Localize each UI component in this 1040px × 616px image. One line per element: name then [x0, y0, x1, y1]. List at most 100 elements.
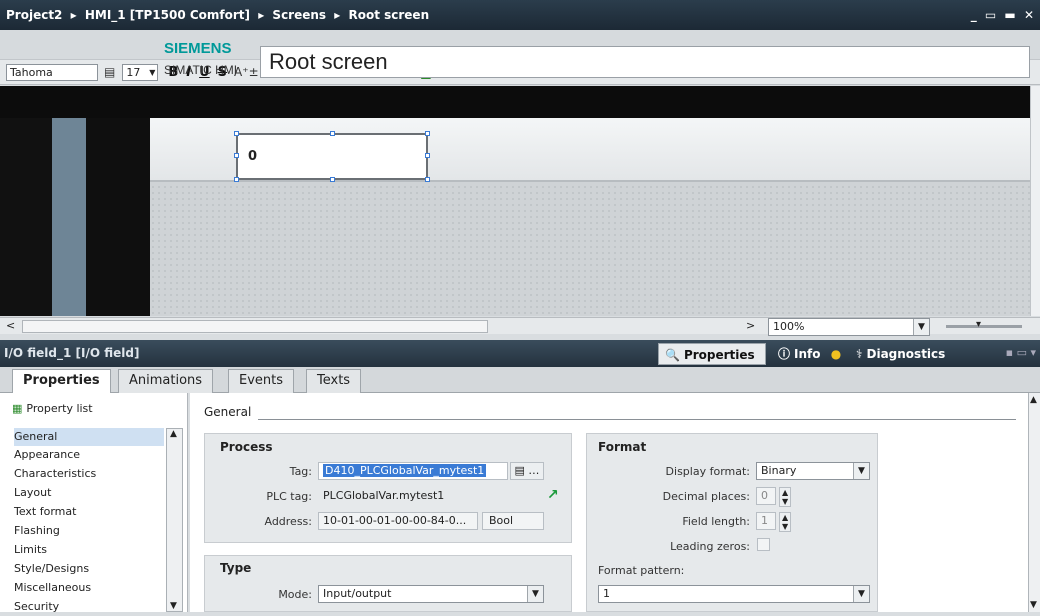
tab-info[interactable]: ⓘ Info ● [772, 343, 847, 365]
zoom-slider-thumb[interactable]: ▾ [976, 319, 981, 330]
stepper-arrows-icon[interactable]: ▲ ▼ [779, 512, 792, 532]
property-list-icon: ▦ [12, 402, 23, 415]
leading-zeros-checkbox[interactable] [757, 538, 770, 551]
io-field-value: 0 [248, 149, 258, 164]
resize-handle[interactable] [330, 177, 335, 182]
canvas-vertical-scrollbar[interactable] [1030, 86, 1040, 316]
nav-item-general[interactable]: General [14, 428, 164, 446]
breadcrumb-device[interactable]: HMI_1 [TP1500 Comfort] [85, 8, 250, 22]
scroll-down-icon[interactable]: ▼ [1030, 600, 1037, 610]
leading-zeros-label: Leading zeros: [670, 540, 750, 553]
scroll-left-icon[interactable]: < [6, 319, 15, 332]
zoom-slider[interactable] [946, 325, 1022, 328]
tag-label: Tag: [289, 465, 312, 478]
device-frame-left [0, 86, 52, 316]
resize-handle[interactable] [234, 131, 239, 136]
zoom-select[interactable]: 100% ▼ [768, 318, 930, 336]
subtab-events[interactable]: Events [228, 369, 295, 393]
property-panel-scrollbar[interactable]: ▲ ▼ [1028, 393, 1040, 612]
breadcrumb-project[interactable]: Project2 [6, 8, 62, 22]
inspector-header: I/O field_1 [I/O field] 🔍 Properties ⓘ Inf… [0, 340, 1040, 367]
stepper-arrows-icon[interactable]: ▲ ▼ [779, 487, 792, 507]
text-size-icon[interactable]: A⁺± [234, 65, 259, 79]
field-length-label: Field length: [682, 515, 750, 528]
title-bar: Project2 ▸ HMI_1 [TP1500 Comfort] ▸ Scre… [0, 0, 1040, 30]
property-list-header[interactable]: ▦ Property list [12, 402, 93, 415]
decimal-places-stepper[interactable]: 0 [756, 487, 776, 505]
nav-item-flashing[interactable]: Flashing [14, 522, 164, 540]
warning-icon: ● [830, 347, 842, 361]
scroll-thumb[interactable] [22, 320, 488, 333]
panel-controls[interactable]: ▪ ▭ ▾ [1006, 346, 1036, 359]
simatic-hmi-label: SIMATIC HMI [164, 63, 238, 77]
goto-arrow-icon[interactable]: ↗ [547, 487, 559, 503]
section-title: General [204, 405, 252, 419]
screen-title-field[interactable]: Root screen [260, 46, 1030, 78]
resize-handle[interactable] [425, 153, 430, 158]
resize-handle[interactable] [425, 177, 430, 182]
nav-item-miscellaneous[interactable]: Miscellaneous [14, 579, 164, 597]
screen-canvas[interactable] [0, 86, 1030, 316]
subtab-animations[interactable]: Animations [118, 369, 214, 393]
scroll-up-icon[interactable]: ▲ [1030, 395, 1037, 405]
format-title: Format [598, 440, 647, 454]
resize-handle[interactable] [425, 131, 430, 136]
plc-tag-label: PLC tag: [266, 490, 312, 503]
field-length-stepper[interactable]: 1 [756, 512, 776, 530]
decimal-places-label: Decimal places: [662, 490, 750, 503]
nav-item-style-designs[interactable]: Style/Designs [14, 560, 164, 578]
nav-item-limits[interactable]: Limits [14, 541, 164, 559]
siemens-logo: SIEMENS [164, 40, 232, 57]
format-pattern-select[interactable]: 1 ▼ [598, 585, 870, 603]
window-controls[interactable]: _ ▭ ▬ ✕ [971, 0, 1036, 30]
resize-handle[interactable] [330, 131, 335, 136]
nav-scrollbar[interactable]: ▲ ▼ [166, 428, 183, 612]
diagnostics-icon: ⚕ [856, 347, 863, 361]
display-format-select[interactable]: Binary ▼ [756, 462, 870, 480]
resize-handle[interactable] [234, 177, 239, 182]
nav-item-security[interactable]: Security [14, 598, 164, 616]
canvas-horizontal-scrollbar[interactable]: < > 100% ▼ ▾ [0, 317, 1040, 336]
address-type-field: Bool [482, 512, 544, 530]
plc-tag-field: PLCGlobalVar.mytest1 [323, 489, 445, 502]
process-title: Process [220, 440, 273, 454]
inspector-subtabs: Properties Animations Events Texts [0, 367, 1040, 394]
display-format-label: Display format: [665, 465, 750, 478]
tab-diagnostics[interactable]: ⚕ Diagnostics [850, 343, 951, 365]
font-name-select[interactable]: Tahoma [6, 63, 98, 81]
info-icon: ⓘ [778, 347, 791, 361]
address-field: 10-01-00-01-00-00-84-0... [318, 512, 478, 530]
device-frame-bar [52, 86, 86, 316]
tag-field[interactable]: D410_PLCGlobalVar_mytest1 [318, 462, 508, 480]
section-divider [258, 419, 1016, 420]
font-dialog-icon[interactable]: ▤ [104, 65, 115, 79]
breadcrumb-separator: ▸ [258, 8, 265, 22]
resize-handle[interactable] [234, 153, 239, 158]
type-title: Type [220, 561, 252, 575]
nav-item-characteristics[interactable]: Characteristics [14, 465, 164, 483]
format-pattern-label: Format pattern: [598, 564, 685, 577]
nav-item-layout[interactable]: Layout [14, 484, 164, 502]
breadcrumb-screens[interactable]: Screens [272, 8, 326, 22]
mode-label: Mode: [278, 588, 312, 601]
breadcrumb-separator: ▸ [70, 8, 77, 22]
tab-properties[interactable]: 🔍 Properties [658, 343, 766, 365]
type-group [204, 555, 572, 612]
io-field[interactable]: 0 [234, 131, 430, 182]
nav-item-appearance[interactable]: Appearance [14, 446, 164, 464]
device-frame-inner [86, 86, 150, 316]
tag-browse-button[interactable]: ▤ … [510, 462, 544, 480]
subtab-texts[interactable]: Texts [306, 369, 362, 393]
breadcrumb-root-screen[interactable]: Root screen [348, 8, 429, 22]
scroll-up-icon[interactable]: ▲ [170, 429, 177, 439]
device-frame-top [0, 86, 1030, 118]
mode-select[interactable]: Input/output ▼ [318, 585, 544, 603]
scroll-down-icon[interactable]: ▼ [170, 601, 177, 611]
subtab-properties[interactable]: Properties [12, 369, 111, 394]
nav-item-text-format[interactable]: Text format [14, 503, 164, 521]
properties-icon: 🔍 [665, 348, 680, 362]
scroll-right-icon[interactable]: > [746, 319, 755, 332]
inspector-title: I/O field_1 [I/O field] [4, 346, 140, 360]
breadcrumb-separator: ▸ [334, 8, 341, 22]
font-size-select[interactable]: 17 ▼ [122, 63, 159, 81]
